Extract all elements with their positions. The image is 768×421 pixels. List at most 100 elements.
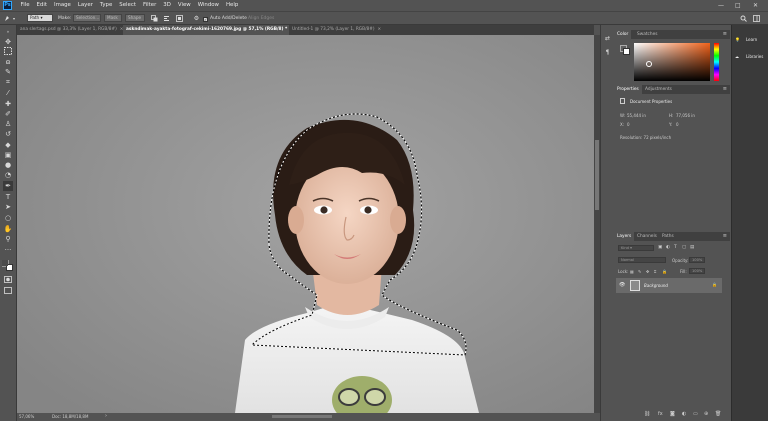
layer-filter-kind[interactable]: Kind ▾ [618,245,654,251]
menu-window[interactable]: Window [194,0,222,11]
lock-artboard-icon[interactable]: ⌗ [654,269,656,274]
new-group-icon[interactable]: ▭ [693,411,698,417]
menu-edit[interactable]: Edit [33,0,50,11]
scrollbar-thumb[interactable] [595,140,599,210]
tab-document-1[interactable]: ana slertags.psd @ 33,3% (Layer 1, RGB/8… [17,25,123,35]
move-tool-icon[interactable]: ✥ [3,37,13,47]
menu-file[interactable]: File [17,0,33,11]
menu-type[interactable]: Type [96,0,115,11]
gradient-tool-icon[interactable]: ▣ [3,150,13,160]
collapse-tools-icon[interactable]: » [3,27,13,37]
maximize-button[interactable]: □ [735,0,741,11]
make-shape-button[interactable]: Shape [125,14,145,22]
status-arrow-icon[interactable]: › [105,413,107,419]
tab-swatches[interactable]: Swatches [634,30,661,39]
x-value[interactable]: 0 [627,122,630,127]
background-swatch[interactable] [623,48,630,55]
lock-pixels-icon[interactable]: ✎ [638,269,641,274]
clone-stamp-tool-icon[interactable]: ♙ [3,119,13,129]
layer-name[interactable]: Background [644,283,668,288]
tab-document-2[interactable]: askndimak-ayakta-fotograf-cekimi-1620769… [123,25,289,35]
path-arrangement-icon[interactable] [176,15,183,22]
make-mask-button[interactable]: Mask [104,14,122,22]
new-layer-icon[interactable]: ⊕ [704,411,708,417]
menu-filter[interactable]: Filter [139,0,159,11]
adjustment-layer-icon[interactable]: ◐ [682,411,686,417]
menu-layer[interactable]: Layer [74,0,96,11]
brush-settings-icon[interactable]: ¶ [604,49,611,56]
brush-tool-icon[interactable]: ✐ [3,109,13,119]
filter-adjustment-icon[interactable]: ◐ [666,245,670,250]
layer-row[interactable]: 👁 Background 🔒 [616,278,722,293]
menu-view[interactable]: View [174,0,194,11]
opacity-input[interactable]: 100% [689,257,705,263]
minimize-button[interactable]: — [718,0,724,11]
panel-menu-icon[interactable]: ≡ [723,232,727,241]
blend-mode-select[interactable]: Normal [618,257,666,263]
eye-icon[interactable]: 👁 [619,282,625,288]
fill-input[interactable]: 100% [689,268,705,274]
lock-all-icon[interactable]: 🔒 [662,269,667,274]
tab-layers[interactable]: Layers [614,232,635,241]
layer-style-icon[interactable]: fx [658,411,663,417]
panel-menu-icon[interactable]: ≡ [723,30,727,39]
screen-mode-icon[interactable] [3,287,13,297]
close-tab-icon[interactable]: × [378,27,382,32]
eraser-tool-icon[interactable]: ◆ [3,140,13,150]
menu-image[interactable]: Image [50,0,74,11]
tab-color[interactable]: Color [614,30,632,39]
learn-button[interactable]: 💡 Learn [735,35,767,45]
workspace-icon[interactable] [753,15,760,22]
shape-tool-icon[interactable]: ○ [3,213,13,223]
type-tool-icon[interactable]: T [3,192,13,202]
tab-document-3[interactable]: Untitled-1 @ 73,2% (Layer 1, RGB/8#) × [289,25,395,35]
quick-selection-tool-icon[interactable]: ✎ [3,67,13,77]
color-picker-cursor[interactable] [646,61,652,67]
auto-add-delete-checkbox[interactable]: ✓ [203,17,208,22]
filter-pixel-icon[interactable]: ▣ [658,245,662,250]
tab-channels[interactable]: Channels [634,232,660,241]
libraries-button[interactable]: ☁ Libraries [735,52,767,62]
pen-tool-icon[interactable] [4,15,11,22]
height-value[interactable]: 77,056 in [676,113,695,118]
zoom-level[interactable]: 57,06% [19,414,34,419]
make-selection-button[interactable]: Selection... [73,14,101,22]
blur-tool-icon[interactable]: ● [3,160,13,170]
dodge-tool-icon[interactable]: ◔ [3,170,13,180]
menu-help[interactable]: Help [222,0,241,11]
crop-tool-icon[interactable]: ⌗ [3,77,13,87]
lock-position-icon[interactable]: ✥ [646,269,649,274]
gear-icon[interactable]: ⚙ [193,15,200,22]
filter-shape-icon[interactable]: ▢ [682,245,686,250]
filter-smart-object-icon[interactable]: ▤ [690,245,694,250]
more-tools-icon[interactable]: ··· [3,245,13,255]
lock-transparent-icon[interactable]: ▦ [630,269,634,274]
width-value[interactable]: 55,444 in [627,113,646,118]
hand-tool-icon[interactable]: ✋ [3,224,13,234]
panel-menu-icon[interactable]: ≡ [723,85,727,94]
y-value[interactable]: 0 [676,122,679,127]
history-brush-tool-icon[interactable]: ↺ [3,129,13,139]
quick-mask-icon[interactable] [3,276,13,286]
link-layers-icon[interactable]: ⛓ [644,411,650,417]
healing-brush-tool-icon[interactable]: ✚ [3,99,13,109]
path-operations-icon[interactable] [151,15,158,22]
tool-mode-select[interactable]: Path ▾ [27,14,53,22]
tab-paths[interactable]: Paths [659,232,677,241]
search-icon[interactable] [740,15,747,22]
add-mask-icon[interactable]: ◙ [670,411,675,417]
align-edges-label[interactable]: Align Edges [248,14,274,23]
tab-properties[interactable]: Properties [614,85,642,94]
color-picker-field[interactable] [634,43,710,81]
history-panel-icon[interactable]: ⇄ [604,35,611,42]
filter-type-icon[interactable]: T [674,245,677,250]
eyedropper-tool-icon[interactable]: ⁄ [3,88,13,98]
pen-tool-icon[interactable]: ✒ [3,181,13,191]
horizontal-scrollbar-thumb[interactable] [272,415,332,418]
menu-select[interactable]: Select [116,0,140,11]
hue-slider[interactable] [714,43,719,81]
marquee-tool-icon[interactable] [3,47,13,57]
menu-3d[interactable]: 3D [160,0,175,11]
lasso-tool-icon[interactable]: ɷ [3,57,13,67]
path-alignment-icon[interactable] [163,15,170,22]
